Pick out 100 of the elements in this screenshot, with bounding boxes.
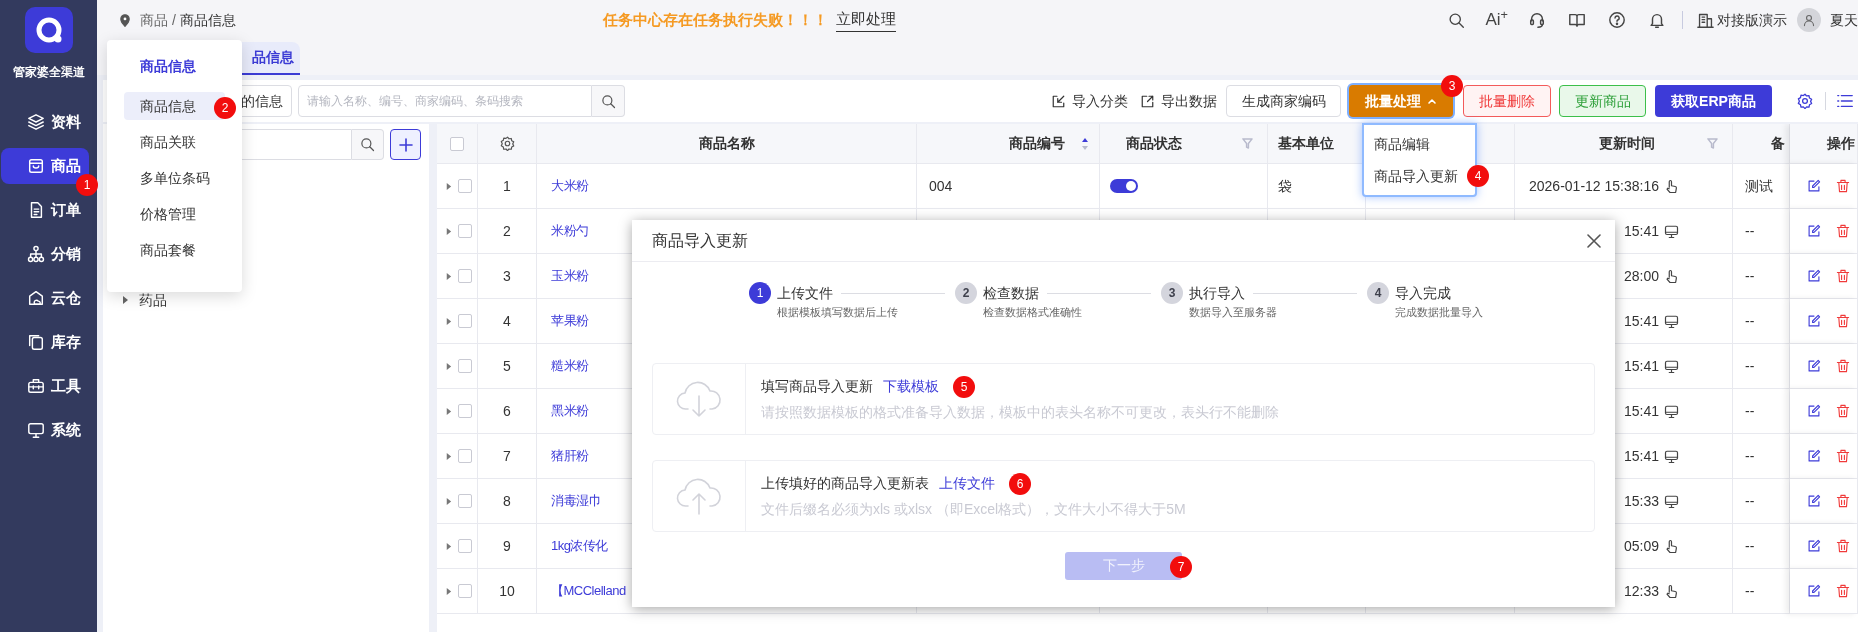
update-time: 15:41 [1623, 356, 1659, 376]
checkbox[interactable] [458, 584, 472, 598]
add-button[interactable] [390, 129, 421, 160]
monitor-icon [1664, 403, 1679, 419]
expand-triangle-icon[interactable] [445, 182, 452, 190]
checkbox[interactable] [458, 269, 472, 283]
toolbar-link[interactable]: 导入分类 [1072, 90, 1128, 112]
toolbar-button[interactable]: 获取ERP商品 [1655, 85, 1772, 117]
card-link[interactable]: 上传文件 [939, 473, 995, 494]
card-link[interactable]: 下载模板 [883, 376, 939, 397]
book-icon[interactable] [1568, 11, 1586, 29]
expand-triangle-icon[interactable] [445, 272, 452, 280]
sort-icon[interactable] [1081, 136, 1089, 151]
expand-triangle-icon[interactable] [445, 317, 452, 325]
status-toggle[interactable] [1110, 179, 1138, 193]
expand-triangle-icon[interactable] [445, 587, 452, 595]
delete-icon[interactable] [1836, 584, 1850, 598]
expand-triangle-icon[interactable] [445, 452, 452, 460]
edit-icon[interactable] [1807, 539, 1821, 553]
expand-triangle-icon[interactable] [445, 497, 452, 505]
help-icon[interactable] [1608, 11, 1626, 29]
search-button[interactable] [352, 129, 384, 160]
edit-icon[interactable] [1807, 269, 1821, 283]
delete-icon[interactable] [1836, 494, 1850, 508]
edit-icon[interactable] [1807, 179, 1821, 193]
product-name-link[interactable]: 苹果粉 [551, 311, 589, 331]
product-name-link[interactable]: 消毒湿巾 [551, 491, 601, 511]
edit-icon[interactable] [1807, 584, 1821, 598]
checkbox[interactable] [458, 179, 472, 193]
settings-icon[interactable] [499, 136, 515, 151]
nav-item[interactable]: 系统 [1, 412, 89, 448]
menu-item[interactable]: 多单位条码 [124, 164, 225, 192]
product-name-link[interactable]: 【MCClelland [551, 581, 626, 601]
edit-icon[interactable] [1807, 224, 1821, 238]
edit-icon[interactable] [1807, 449, 1821, 463]
toolbar-link[interactable]: 导出数据 [1161, 90, 1217, 112]
checkbox[interactable] [458, 404, 472, 418]
user-name[interactable]: 夏天 [1830, 9, 1858, 31]
toolbar-button[interactable]: 批量删除 [1463, 85, 1551, 117]
checkbox[interactable] [458, 314, 472, 328]
delete-icon[interactable] [1836, 539, 1850, 553]
delete-icon[interactable] [1836, 314, 1850, 328]
edit-icon[interactable] [1807, 314, 1821, 328]
checkbox[interactable] [458, 359, 472, 373]
edit-icon[interactable] [1807, 359, 1821, 373]
nav-item[interactable]: 库存 [1, 324, 89, 360]
nav-item[interactable]: 云仓 [1, 280, 89, 316]
expand-triangle-icon[interactable] [445, 362, 452, 370]
toolbar-button[interactable]: 生成商家编码 [1226, 85, 1341, 117]
checkbox[interactable] [450, 136, 464, 151]
search-icon[interactable] [1448, 11, 1466, 29]
product-name-link[interactable]: 大米粉 [551, 176, 589, 196]
avatar[interactable] [1797, 8, 1821, 32]
menu-item[interactable]: 价格管理 [124, 200, 225, 228]
expand-triangle-icon[interactable] [121, 296, 129, 304]
edit-icon[interactable] [1807, 404, 1821, 418]
delete-icon[interactable] [1836, 269, 1850, 283]
product-name-link[interactable]: 黑米粉 [551, 401, 589, 421]
product-name-link[interactable]: 米粉勺 [551, 221, 589, 241]
menu-item[interactable]: 商品编辑 [1368, 130, 1464, 158]
settings-icon[interactable] [1797, 93, 1813, 109]
delete-icon[interactable] [1836, 359, 1850, 373]
tree-item[interactable]: 药品 [103, 288, 429, 312]
nav-item[interactable]: 资料 [1, 104, 89, 140]
checkbox[interactable] [458, 494, 472, 508]
monitor-icon [1664, 313, 1679, 329]
nav-item[interactable]: 工具 [1, 368, 89, 404]
checkbox[interactable] [458, 539, 472, 553]
update-time: 15:41 [1623, 221, 1659, 241]
step-number: 1 [749, 282, 771, 304]
nav-item[interactable]: 分销 [1, 236, 89, 272]
delete-icon[interactable] [1836, 449, 1850, 463]
delete-icon[interactable] [1836, 179, 1850, 193]
account-name[interactable]: 对接版演示 [1717, 9, 1787, 31]
expand-triangle-icon[interactable] [445, 407, 452, 415]
checkbox[interactable] [458, 224, 472, 238]
ai-assistant-label[interactable]: Ai$^{+}$ [1485, 7, 1508, 33]
expand-triangle-icon[interactable] [445, 542, 452, 550]
checkbox[interactable] [458, 449, 472, 463]
search-field[interactable]: 请输入名称、编号、商家编码、条码搜索 [298, 85, 592, 117]
headset-icon[interactable] [1528, 11, 1546, 29]
product-name-link[interactable]: 猪肝粉 [551, 446, 589, 466]
delete-icon[interactable] [1836, 224, 1850, 238]
close-icon[interactable] [1587, 233, 1601, 248]
delete-icon[interactable] [1836, 404, 1850, 418]
row-number: 8 [503, 491, 511, 511]
menu-item[interactable]: 商品关联 [124, 128, 225, 156]
expand-triangle-icon[interactable] [445, 227, 452, 235]
alert-action-link[interactable]: 立即处理 [835, 8, 896, 32]
row-number: 5 [503, 356, 511, 376]
product-name-link[interactable]: 糙米粉 [551, 356, 589, 376]
breadcrumb-item[interactable]: 商品 [140, 9, 168, 31]
notification-bell-icon[interactable] [1648, 11, 1666, 29]
list-view-icon[interactable] [1836, 92, 1854, 110]
edit-icon[interactable] [1807, 494, 1821, 508]
search-button[interactable] [592, 85, 625, 117]
menu-item[interactable]: 商品导入更新 [1368, 162, 1464, 190]
menu-item[interactable]: 商品套餐 [124, 236, 225, 264]
product-name-link[interactable]: 玉米粉 [551, 266, 589, 286]
product-name-link[interactable]: 1kg浓传化 [551, 536, 608, 556]
